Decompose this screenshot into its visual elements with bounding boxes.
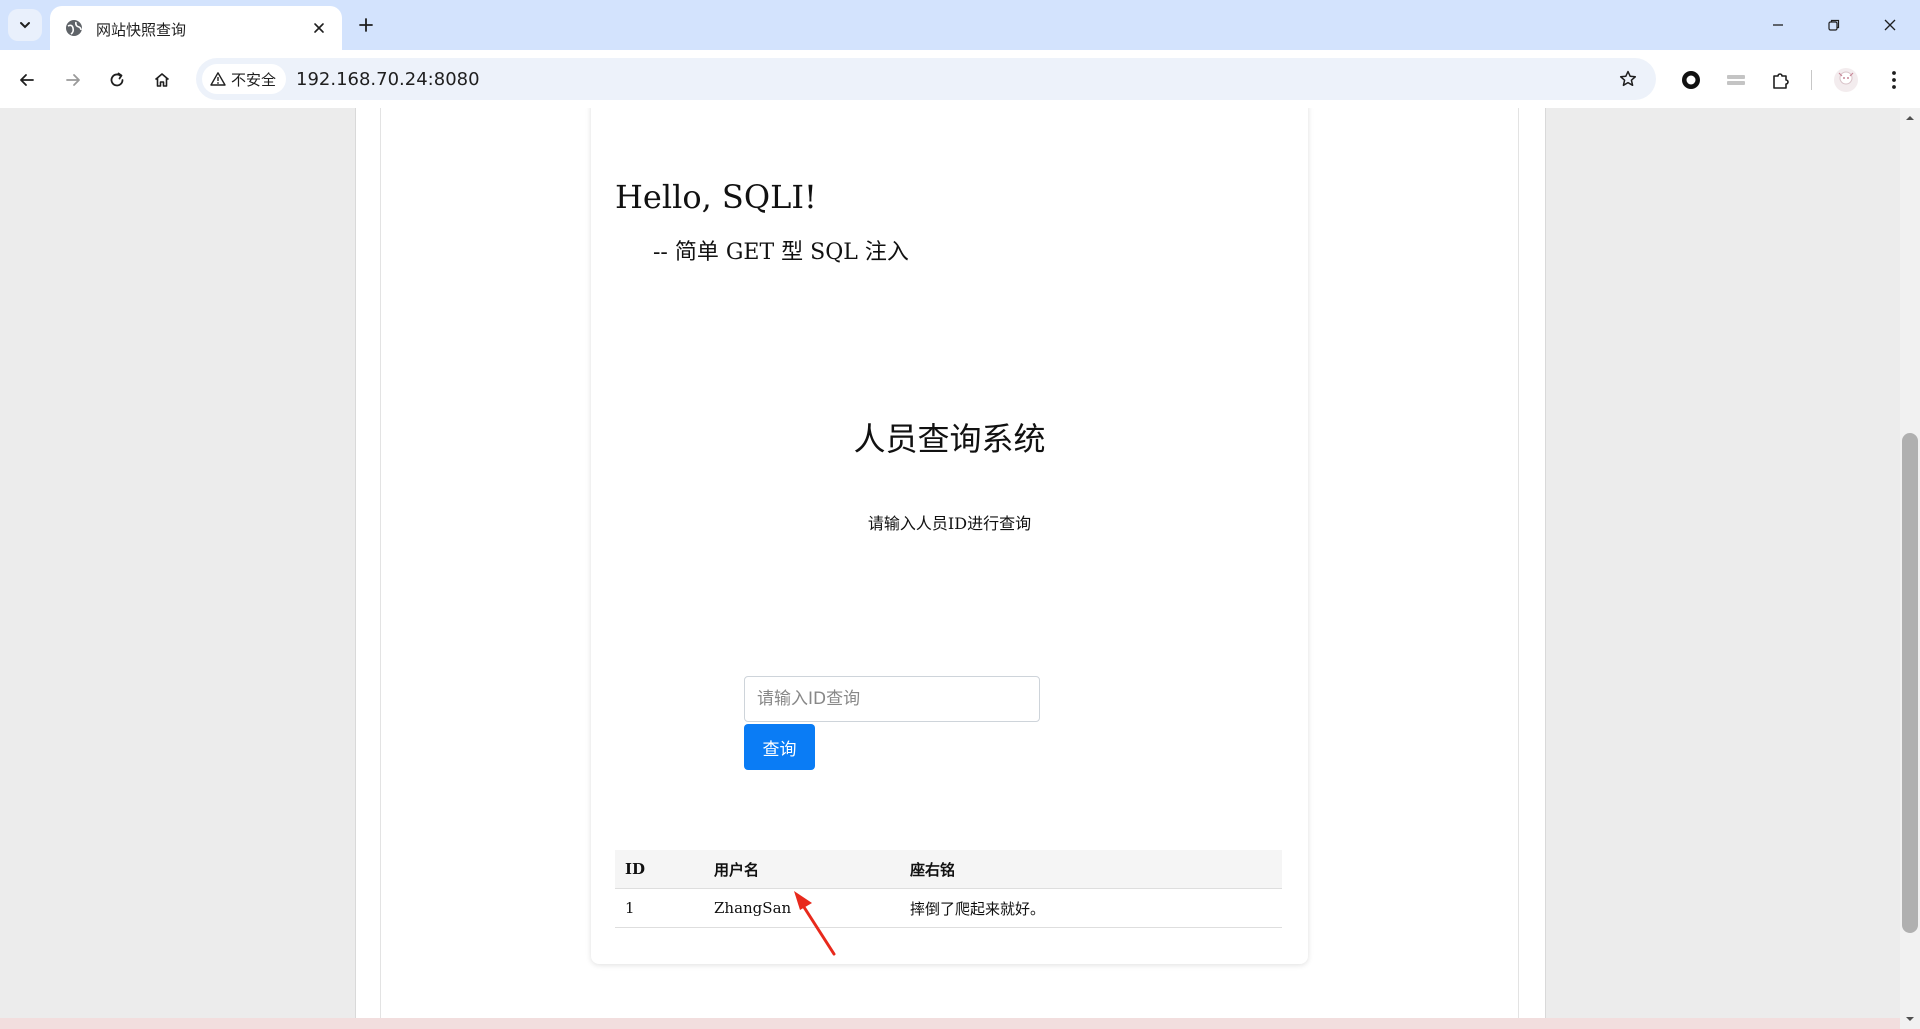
- home-icon: [154, 73, 170, 87]
- restore-icon: [1828, 19, 1840, 31]
- column-header-motto: 座右铭: [900, 850, 1282, 889]
- scrollbar-thumb[interactable]: [1902, 433, 1918, 933]
- toolbar-divider: [1811, 70, 1812, 90]
- profile-button[interactable]: [1830, 64, 1862, 96]
- browser-toolbar: 不安全 192.168.70.24:8080: [0, 50, 1920, 109]
- arrow-right-icon: [66, 74, 80, 86]
- chevron-down-icon: [20, 22, 30, 29]
- table-header-row: ID 用户名 座右铭: [615, 850, 1282, 889]
- more-vertical-icon: [1892, 71, 1896, 89]
- scroll-down-icon[interactable]: [1905, 1015, 1915, 1023]
- avatar: [1834, 68, 1858, 92]
- column-header-username: 用户名: [704, 850, 900, 889]
- page-viewport: Hello, SQLI! -- 简单 GET 型 SQL 注入 人员查询系统 请…: [0, 108, 1900, 1029]
- globe-icon: [66, 20, 82, 36]
- page-subtitle: -- 简单 GET 型 SQL 注入: [639, 240, 909, 265]
- home-button[interactable]: [145, 63, 179, 97]
- minimize-button[interactable]: [1758, 10, 1798, 40]
- table-row: 1 ZhangSan 摔倒了爬起来就好。: [615, 888, 1282, 928]
- close-tab-button[interactable]: [308, 17, 330, 39]
- star-icon: [1619, 70, 1637, 87]
- content-card: Hello, SQLI! -- 简单 GET 型 SQL 注入 人员查询系统 请…: [591, 108, 1308, 964]
- browser-menu-button[interactable]: [1878, 64, 1910, 96]
- plus-icon: [359, 18, 373, 32]
- tab-strip: 网站快照查询: [0, 0, 1920, 50]
- page-scrollbar[interactable]: [1900, 108, 1920, 1029]
- puzzle-icon: [1773, 73, 1789, 89]
- security-label: 不安全: [231, 70, 277, 89]
- record-icon: [1682, 71, 1700, 89]
- tab-title: 网站快照查询: [96, 21, 187, 39]
- url-text[interactable]: 192.168.70.24:8080: [296, 69, 480, 90]
- system-title: 人员查询系统: [853, 420, 1046, 458]
- back-button[interactable]: [10, 63, 44, 97]
- stack-icon: [1727, 75, 1745, 85]
- security-chip[interactable]: 不安全: [202, 64, 287, 94]
- content-border-left: [380, 108, 381, 1029]
- extensions-menu-button[interactable]: [1765, 64, 1797, 96]
- tab-search-button[interactable]: [8, 9, 42, 41]
- new-tab-button[interactable]: [352, 11, 380, 39]
- id-search-input[interactable]: [744, 676, 1040, 722]
- page-heading: Hello, SQLI!: [615, 178, 817, 216]
- warning-icon: [210, 72, 226, 86]
- restore-button[interactable]: [1814, 10, 1854, 40]
- forward-button[interactable]: [56, 63, 90, 97]
- extension-button[interactable]: [1720, 64, 1752, 96]
- instruction-text: 请输入人员ID进行查询: [867, 514, 1032, 533]
- scroll-up-icon[interactable]: [1905, 114, 1915, 122]
- minimize-icon: [1773, 24, 1783, 26]
- close-window-button[interactable]: [1870, 10, 1910, 40]
- arrow-left-icon: [20, 74, 34, 86]
- bookmark-button[interactable]: [1616, 67, 1640, 91]
- close-icon: [314, 23, 324, 33]
- address-bar[interactable]: 不安全 192.168.70.24:8080: [196, 58, 1656, 100]
- close-icon: [1884, 19, 1896, 31]
- column-header-id: ID: [615, 850, 704, 889]
- result-table: ID 用户名 座右铭 1 ZhangSan 摔倒了爬起来就好。: [615, 850, 1282, 928]
- cell-motto: 摔倒了爬起来就好。: [900, 888, 1282, 928]
- content-border-right: [1518, 108, 1519, 1029]
- reload-button[interactable]: [100, 63, 134, 97]
- annotation-arrow-icon: [794, 891, 836, 956]
- cell-id: 1: [615, 888, 704, 928]
- reload-icon: [110, 72, 124, 87]
- bottom-edge: [0, 1018, 1900, 1029]
- active-tab[interactable]: 网站快照查询: [50, 6, 342, 50]
- extension-record-button[interactable]: [1675, 64, 1707, 96]
- query-button[interactable]: 查询: [744, 724, 815, 770]
